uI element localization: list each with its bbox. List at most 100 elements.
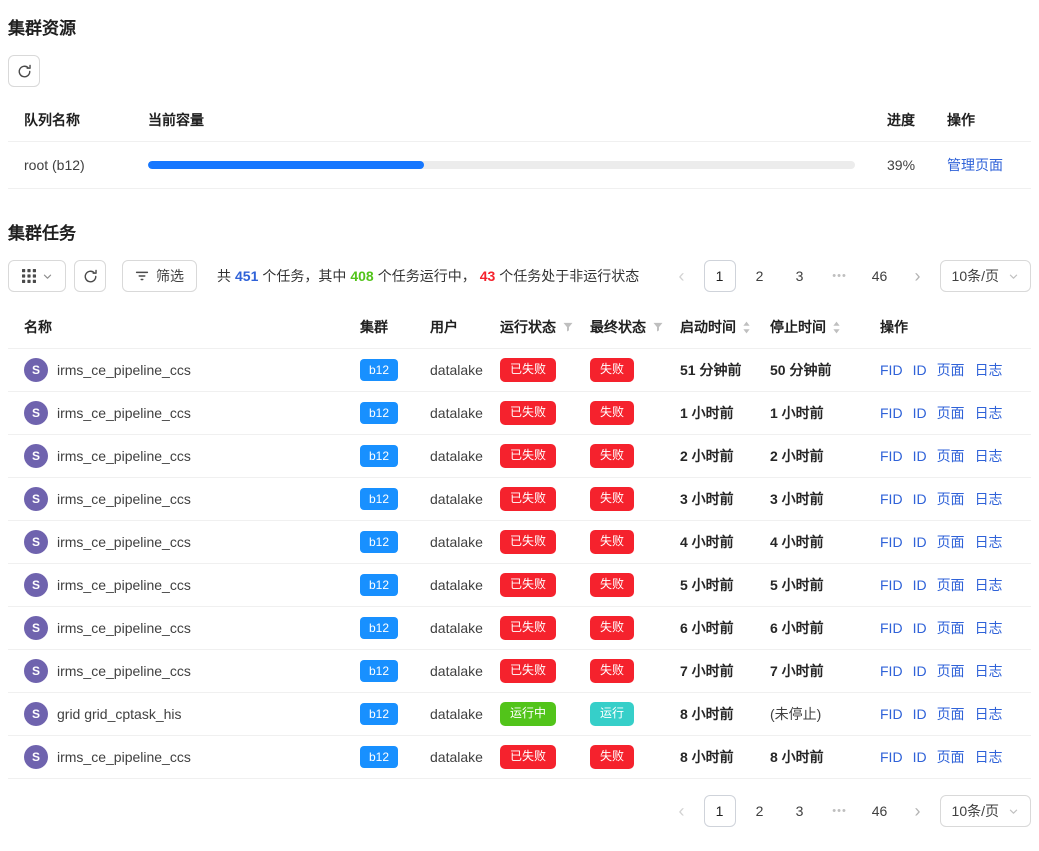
pagination-page-2[interactable]: 2 [744,260,776,292]
tasks-footer: ‹ 123•••46 › 10条/页 [8,795,1031,827]
pagination-page-3[interactable]: 3 [784,795,816,827]
pagination-page-1[interactable]: 1 [704,795,736,827]
pagination-prev-button[interactable]: ‹ [668,260,696,292]
run-status-badge: 已失败 [500,573,556,596]
tasks-refresh-button[interactable] [74,260,106,292]
grid-view-dropdown-button[interactable] [8,260,66,292]
filter-icon[interactable] [652,321,664,333]
log-link[interactable]: 日志 [975,448,1003,464]
id-link[interactable]: ID [913,448,927,464]
log-link[interactable]: 日志 [975,491,1003,507]
log-link[interactable]: 日志 [975,405,1003,421]
fid-link[interactable]: FID [880,577,903,593]
stop-time: 50 分钟前 [770,362,831,378]
table-row: S irms_ce_pipeline_ccs b12 datalake 已失败 … [8,478,1031,521]
page-link[interactable]: 页面 [937,706,965,722]
id-link[interactable]: ID [913,362,927,378]
summary-text-2: 个任务运行中， [378,268,476,284]
id-link[interactable]: ID [913,577,927,593]
user-name: datalake [430,663,483,679]
id-link[interactable]: ID [913,706,927,722]
tasks-toolbar: 筛选 共451个任务，其中408个任务运行中，43个任务处于非运行状态 ‹ 12… [8,260,1031,292]
pagination-page-3[interactable]: 3 [784,260,816,292]
log-link[interactable]: 日志 [975,534,1003,550]
task-name: irms_ce_pipeline_ccs [57,577,191,593]
table-row: S irms_ce_pipeline_ccs b12 datalake 已失败 … [8,564,1031,607]
log-link[interactable]: 日志 [975,362,1003,378]
stop-time: 3 小时前 [770,491,824,507]
fid-link[interactable]: FID [880,706,903,722]
avatar: S [24,530,48,554]
final-status-badge: 失败 [590,487,634,510]
page-link[interactable]: 页面 [937,577,965,593]
fid-link[interactable]: FID [880,534,903,550]
pagination-prev-button[interactable]: ‹ [668,795,696,827]
log-link[interactable]: 日志 [975,577,1003,593]
fid-link[interactable]: FID [880,448,903,464]
log-link[interactable]: 日志 [975,663,1003,679]
cluster-resources-title: 集群资源 [8,14,1031,39]
log-link[interactable]: 日志 [975,620,1003,636]
page-size-select[interactable]: 10条/页 [940,795,1031,827]
chevron-down-icon [42,271,53,282]
pagination-page-46[interactable]: 46 [864,795,896,827]
final-status-badge: 失败 [590,616,634,639]
pagination-next-button[interactable]: › [904,795,932,827]
fid-link[interactable]: FID [880,405,903,421]
id-link[interactable]: ID [913,405,927,421]
fid-link[interactable]: FID [880,362,903,378]
pagination-page-2[interactable]: 2 [744,795,776,827]
manage-page-link[interactable]: 管理页面 [947,157,1003,173]
page-link[interactable]: 页面 [937,491,965,507]
start-time: 8 小时前 [680,706,734,722]
sorter-icon[interactable] [832,321,841,334]
page-link[interactable]: 页面 [937,405,965,421]
start-time: 8 小时前 [680,749,734,765]
id-link[interactable]: ID [913,491,927,507]
table-row: S irms_ce_pipeline_ccs b12 datalake 已失败 … [8,650,1031,693]
run-status-badge: 已失败 [500,401,556,424]
page-link[interactable]: 页面 [937,534,965,550]
page-link[interactable]: 页面 [937,663,965,679]
pagination-page-1[interactable]: 1 [704,260,736,292]
task-name-cell: S irms_ce_pipeline_ccs [24,616,328,640]
page-link[interactable]: 页面 [937,362,965,378]
fid-link[interactable]: FID [880,620,903,636]
cluster-badge: b12 [360,574,398,596]
tasks-pagination-bottom: ‹ 123•••46 › 10条/页 [668,795,1031,827]
page-size-label: 10条/页 [952,801,999,821]
stop-time: 5 小时前 [770,577,824,593]
cluster-badge: b12 [360,402,398,424]
fid-link[interactable]: FID [880,663,903,679]
id-link[interactable]: ID [913,663,927,679]
fid-link[interactable]: FID [880,749,903,765]
page-link[interactable]: 页面 [937,448,965,464]
filter-button[interactable]: 筛选 [122,260,197,292]
stop-time: 6 小时前 [770,620,824,636]
page-link[interactable]: 页面 [937,620,965,636]
cluster-badge: b12 [360,488,398,510]
log-link[interactable]: 日志 [975,749,1003,765]
avatar: S [24,702,48,726]
filter-icon[interactable] [562,321,574,333]
page-link[interactable]: 页面 [937,749,965,765]
id-link[interactable]: ID [913,620,927,636]
id-link[interactable]: ID [913,534,927,550]
cluster-badge: b12 [360,359,398,381]
pagination-ellipsis: ••• [824,795,856,827]
resources-refresh-button[interactable] [8,55,40,87]
final-status-badge: 失败 [590,745,634,768]
page-size-select[interactable]: 10条/页 [940,260,1031,292]
sorter-icon[interactable] [742,321,751,334]
cluster-badge: b12 [360,531,398,553]
log-link[interactable]: 日志 [975,706,1003,722]
pagination-next-button[interactable]: › [904,260,932,292]
cluster-badge: b12 [360,445,398,467]
task-name-cell: S irms_ce_pipeline_ccs [24,573,328,597]
id-link[interactable]: ID [913,749,927,765]
task-name: irms_ce_pipeline_ccs [57,663,191,679]
fid-link[interactable]: FID [880,491,903,507]
pagination-page-46[interactable]: 46 [864,260,896,292]
col-cluster: 集群 [344,306,414,349]
col-final-status: 最终状态 [574,306,664,349]
